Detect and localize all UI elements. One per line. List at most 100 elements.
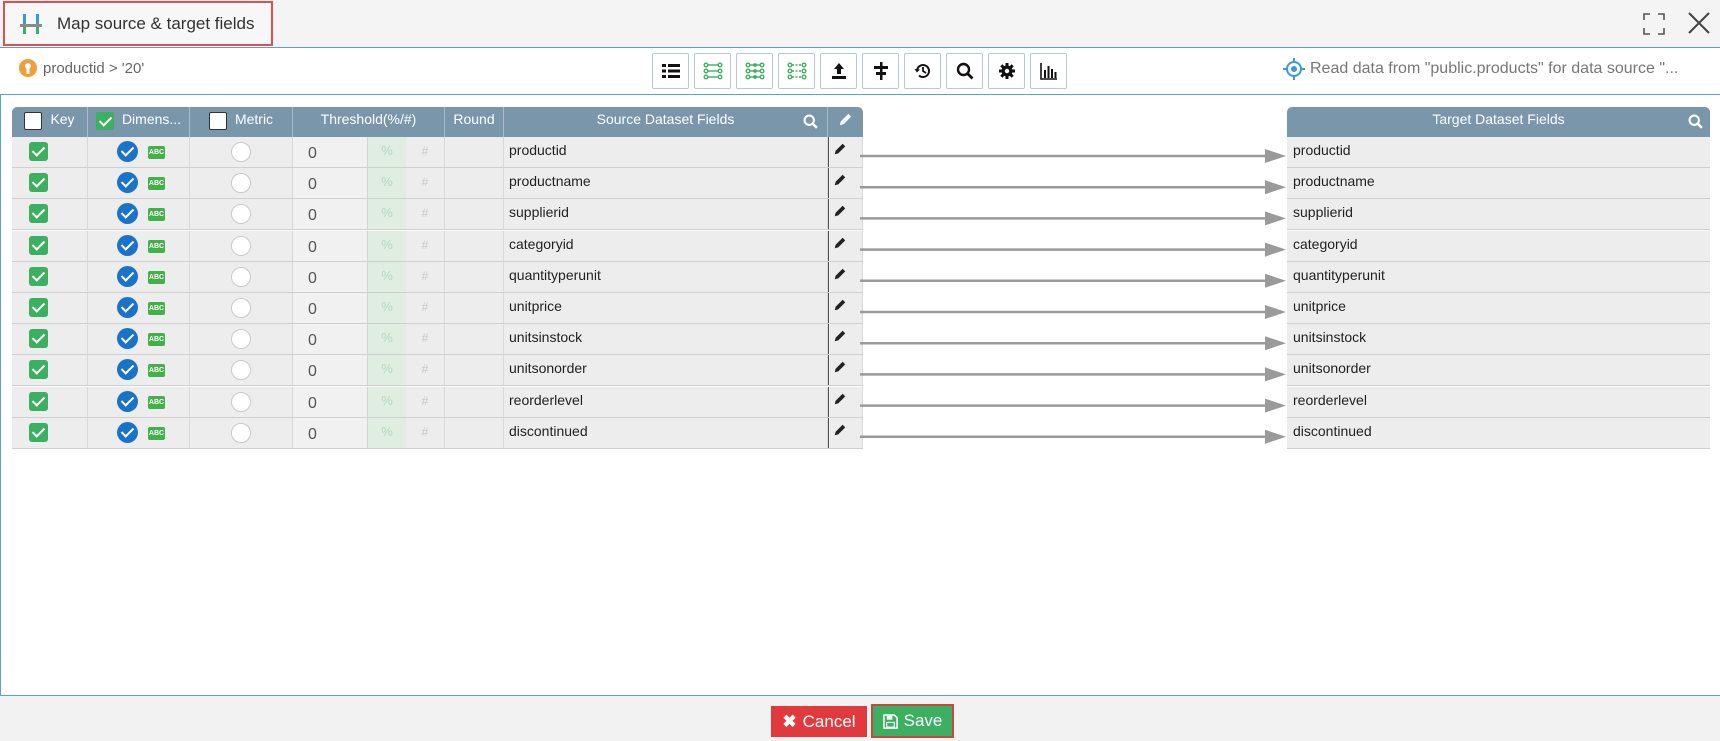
source-field-name[interactable]: quantityperunit — [504, 262, 601, 283]
percent-toggle[interactable]: % — [368, 324, 406, 355]
source-field-name[interactable]: unitprice — [504, 293, 562, 314]
threshold-input[interactable]: 0 — [293, 417, 368, 448]
percent-toggle[interactable]: % — [368, 355, 406, 386]
metric-radio[interactable] — [231, 298, 251, 318]
key-checkbox[interactable] — [29, 142, 48, 161]
target-field-row[interactable]: unitsonorder — [1287, 355, 1710, 387]
upload-button[interactable] — [820, 53, 857, 89]
map-by-order-button[interactable] — [778, 53, 815, 89]
absolute-toggle[interactable]: # — [406, 418, 444, 448]
dimension-checkbox[interactable] — [117, 328, 138, 350]
target-field-row[interactable]: productname — [1287, 168, 1710, 200]
key-checkbox[interactable] — [29, 391, 48, 411]
percent-toggle[interactable]: % — [368, 293, 406, 323]
round-cell[interactable] — [445, 199, 504, 230]
percent-toggle[interactable]: % — [368, 230, 406, 261]
metric-radio[interactable] — [231, 360, 251, 381]
threshold-input[interactable]: 0 — [293, 293, 368, 323]
round-cell[interactable] — [445, 324, 504, 355]
threshold-input[interactable]: 0 — [293, 261, 368, 292]
percent-toggle[interactable]: % — [368, 199, 406, 230]
source-field-name[interactable]: unitsinstock — [504, 324, 582, 345]
absolute-toggle[interactable]: # — [406, 199, 444, 229]
source-field-name[interactable]: categoryid — [504, 231, 574, 252]
absolute-toggle[interactable]: # — [406, 324, 444, 354]
round-cell[interactable] — [445, 293, 504, 323]
dimension-select-all-checkbox[interactable] — [95, 112, 114, 130]
source-field-name[interactable]: reorderlevel — [504, 387, 583, 408]
pencil-icon[interactable] — [833, 423, 847, 437]
target-field-row[interactable]: categoryid — [1287, 230, 1710, 262]
target-field-row[interactable]: reorderlevel — [1287, 386, 1710, 418]
maximize-icon[interactable] — [1642, 12, 1666, 36]
metric-radio[interactable] — [231, 422, 251, 443]
round-cell[interactable] — [445, 386, 504, 417]
threshold-input[interactable]: 0 — [293, 355, 368, 386]
reset-button[interactable] — [904, 53, 941, 89]
key-checkbox[interactable] — [29, 266, 48, 286]
pencil-icon[interactable] — [833, 236, 847, 250]
search-icon[interactable] — [1687, 113, 1704, 130]
key-checkbox[interactable] — [29, 422, 48, 442]
metric-radio[interactable] — [231, 173, 251, 194]
absolute-toggle[interactable]: # — [406, 262, 444, 292]
source-field-name[interactable]: productname — [504, 168, 591, 189]
threshold-input[interactable]: 0 — [293, 168, 368, 199]
key-checkbox[interactable] — [29, 360, 48, 380]
dimension-checkbox[interactable] — [117, 421, 138, 443]
metric-radio[interactable] — [231, 142, 251, 162]
metric-radio[interactable] — [231, 329, 251, 350]
round-cell[interactable] — [445, 261, 504, 292]
key-checkbox[interactable] — [29, 173, 48, 193]
round-cell[interactable] — [445, 230, 504, 261]
save-button[interactable]: Save — [871, 704, 954, 738]
pencil-icon[interactable] — [833, 173, 847, 187]
percent-toggle[interactable]: % — [368, 261, 406, 292]
round-cell[interactable] — [445, 417, 504, 448]
percent-toggle[interactable]: % — [368, 137, 406, 167]
target-field-row[interactable]: unitsinstock — [1287, 324, 1710, 356]
close-icon[interactable] — [1686, 10, 1712, 36]
dimension-checkbox[interactable] — [117, 297, 138, 318]
cancel-button[interactable]: ✖ Cancel — [771, 706, 867, 737]
target-field-row[interactable]: discontinued — [1287, 417, 1710, 449]
pencil-icon[interactable] — [833, 360, 847, 374]
align-button[interactable] — [862, 53, 899, 89]
target-field-row[interactable]: supplierid — [1287, 199, 1710, 231]
pencil-icon[interactable] — [833, 298, 847, 312]
source-field-name[interactable]: discontinued — [504, 418, 588, 439]
search-icon[interactable] — [802, 113, 819, 130]
source-field-name[interactable]: supplierid — [504, 199, 569, 220]
absolute-toggle[interactable]: # — [406, 168, 444, 198]
dimension-checkbox[interactable] — [117, 203, 138, 225]
threshold-input[interactable]: 0 — [293, 137, 368, 167]
pencil-icon[interactable] — [833, 392, 847, 406]
absolute-toggle[interactable]: # — [406, 137, 444, 167]
source-field-name[interactable]: productid — [504, 137, 567, 158]
absolute-toggle[interactable]: # — [406, 355, 444, 385]
settings-button[interactable] — [988, 53, 1025, 89]
key-select-all-checkbox[interactable] — [24, 112, 43, 130]
chart-button[interactable] — [1030, 53, 1067, 89]
absolute-toggle[interactable]: # — [406, 231, 444, 261]
absolute-toggle[interactable]: # — [406, 387, 444, 417]
threshold-input[interactable]: 0 — [293, 230, 368, 261]
list-view-button[interactable] — [652, 53, 689, 89]
target-field-row[interactable]: productid — [1287, 137, 1710, 168]
edit-all-header[interactable] — [828, 107, 863, 137]
dimension-checkbox[interactable] — [117, 265, 138, 287]
threshold-input[interactable]: 0 — [293, 324, 368, 355]
pencil-icon[interactable] — [833, 204, 847, 218]
target-field-row[interactable]: unitprice — [1287, 293, 1710, 324]
source-field-name[interactable]: unitsonorder — [504, 355, 587, 376]
absolute-toggle[interactable]: # — [406, 293, 444, 323]
key-checkbox[interactable] — [29, 235, 48, 255]
key-checkbox[interactable] — [29, 204, 48, 224]
dimension-checkbox[interactable] — [117, 390, 138, 412]
threshold-input[interactable]: 0 — [293, 199, 368, 230]
search-button[interactable] — [946, 53, 983, 89]
metric-radio[interactable] — [231, 235, 251, 256]
dimension-checkbox[interactable] — [117, 234, 138, 256]
percent-toggle[interactable]: % — [368, 386, 406, 417]
metric-radio[interactable] — [231, 391, 251, 412]
